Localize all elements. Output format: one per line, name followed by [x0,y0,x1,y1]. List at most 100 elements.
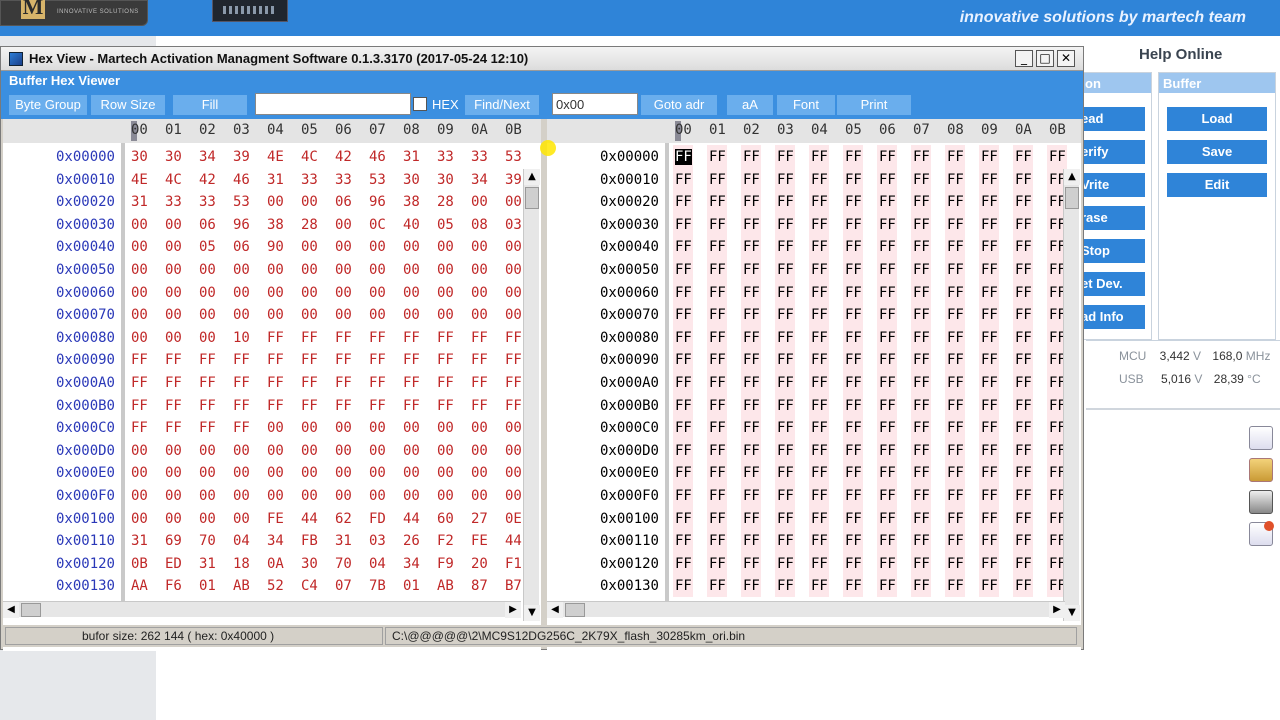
hex-byte[interactable]: FF [879,556,896,572]
hex-byte[interactable]: FF [845,172,862,188]
hex-byte[interactable]: FF [879,533,896,549]
hex-byte[interactable]: FF [1015,443,1032,459]
hex-byte[interactable]: 00 [165,239,182,255]
hex-byte[interactable]: 0B [131,556,148,572]
hex-byte[interactable]: 30 [131,149,148,165]
hex-byte[interactable]: FF [743,488,760,504]
hex-byte[interactable]: FF [743,556,760,572]
hex-byte[interactable]: FF [811,307,828,323]
hex-byte[interactable]: 31 [267,172,284,188]
hex-byte[interactable]: FF [947,533,964,549]
horizontal-scrollbar[interactable]: ◀ ▶ [547,601,1065,618]
hex-byte[interactable]: FF [811,194,828,210]
hex-byte[interactable]: FF [811,375,828,391]
hex-byte[interactable]: 00 [369,307,386,323]
hex-byte[interactable]: FF [777,556,794,572]
hex-byte[interactable]: 69 [165,533,182,549]
hex-byte[interactable]: 42 [335,149,352,165]
hex-byte[interactable]: FF [777,149,794,165]
hex-byte[interactable]: 06 [199,217,216,233]
hex-byte[interactable]: FF [709,443,726,459]
hex-byte[interactable]: FF [845,285,862,301]
hex-byte[interactable]: FF [709,239,726,255]
hex-byte[interactable]: FF [845,217,862,233]
hex-checkbox[interactable] [413,97,427,111]
hex-byte[interactable]: 00 [131,488,148,504]
hex-byte[interactable]: FF [301,352,318,368]
hex-byte[interactable]: FF [981,375,998,391]
hex-byte[interactable]: FF [879,262,896,278]
hex-byte[interactable]: FF [709,398,726,414]
hex-byte[interactable]: 00 [335,465,352,481]
hex-byte[interactable]: FF [879,488,896,504]
hex-byte[interactable]: 00 [165,330,182,346]
hex-byte[interactable]: 00 [369,465,386,481]
hex-byte[interactable]: F2 [437,533,454,549]
hex-byte[interactable]: FF [777,172,794,188]
hex-byte[interactable]: FF [675,239,692,255]
hex-byte[interactable]: FF [913,511,930,527]
hex-byte[interactable]: FF [981,307,998,323]
hex-byte[interactable]: FF [301,398,318,414]
print-button[interactable]: Print [837,95,911,115]
scroll-right-arrow-icon[interactable]: ▶ [1049,602,1065,618]
hex-byte[interactable]: 96 [369,194,386,210]
hex-byte[interactable]: 70 [199,533,216,549]
hex-byte[interactable]: FF [709,352,726,368]
hex-byte[interactable]: FF [777,239,794,255]
hex-byte[interactable]: 30 [403,172,420,188]
hex-byte[interactable]: FF [233,420,250,436]
hex-byte[interactable]: FF [981,239,998,255]
hex-byte[interactable]: 00 [335,443,352,459]
hex-byte[interactable]: FF [879,420,896,436]
hex-byte[interactable]: 00 [301,443,318,459]
hex-byte[interactable]: FF [913,556,930,572]
hex-byte[interactable]: 00 [369,420,386,436]
hex-byte[interactable]: FF [1015,239,1032,255]
hex-byte[interactable]: FF [981,330,998,346]
hex-byte[interactable]: FF [913,443,930,459]
hex-byte[interactable]: 00 [505,194,522,210]
hex-byte[interactable]: 46 [369,149,386,165]
scroll-up-arrow-icon[interactable]: ▲ [524,169,540,185]
hex-byte[interactable]: FF [1049,149,1066,165]
hex-byte[interactable]: 00 [437,420,454,436]
hex-byte[interactable]: FF [981,194,998,210]
hex-byte[interactable]: FF [403,398,420,414]
hex-byte[interactable]: 00 [437,239,454,255]
hex-byte[interactable]: FF [709,149,726,165]
hex-byte[interactable]: FF [947,420,964,436]
hex-byte[interactable]: 05 [199,239,216,255]
hex-byte[interactable]: 00 [131,217,148,233]
hex-byte[interactable]: FF [811,330,828,346]
hex-byte[interactable]: 00 [199,307,216,323]
write-button[interactable]: Vrite [1081,173,1145,197]
hex-byte[interactable]: FF [879,239,896,255]
hex-byte[interactable]: FF [947,149,964,165]
hex-byte[interactable]: 00 [403,239,420,255]
hex-byte[interactable]: 39 [505,172,522,188]
hex-byte[interactable]: ED [165,556,182,572]
hex-byte[interactable]: FF [913,239,930,255]
hex-byte[interactable]: 00 [471,420,488,436]
hex-byte[interactable]: 53 [233,194,250,210]
hex-byte[interactable]: 00 [505,420,522,436]
hex-byte[interactable]: FF [879,194,896,210]
scroll-down-arrow-icon[interactable]: ▼ [1064,605,1080,621]
hex-byte[interactable]: 00 [267,443,284,459]
hex-byte[interactable]: FF [845,556,862,572]
hex-byte[interactable]: 10 [233,330,250,346]
hex-byte[interactable]: FF [947,330,964,346]
hex-byte[interactable]: FF [811,352,828,368]
hex-byte[interactable]: FF [743,330,760,346]
hex-byte[interactable]: 33 [301,172,318,188]
hex-byte[interactable]: 01 [403,578,420,594]
hex-byte[interactable]: FF [675,217,692,233]
hex-byte[interactable]: FF [879,578,896,594]
hex-byte[interactable]: FF [845,307,862,323]
scroll-thumb[interactable] [525,187,539,209]
hex-byte[interactable]: 00 [335,307,352,323]
hex-byte[interactable]: 00 [267,488,284,504]
hex-byte[interactable]: 00 [471,285,488,301]
hex-byte[interactable]: 00 [471,307,488,323]
